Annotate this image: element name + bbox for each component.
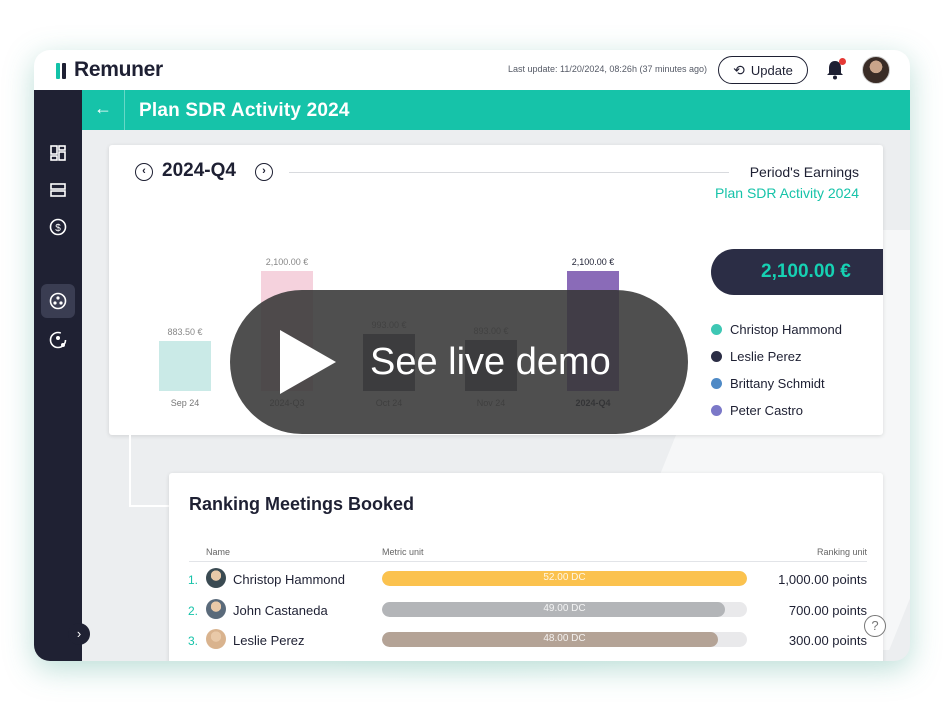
plan-name-link[interactable]: Plan SDR Activity 2024 (715, 185, 859, 201)
avatar (206, 568, 226, 588)
rank-number: 2. (188, 603, 199, 618)
ranking-card: Ranking Meetings Booked Name Metric unit… (169, 473, 883, 661)
metric-value: 48.00 DC (543, 633, 586, 644)
header-divider (124, 90, 125, 130)
legend-label: Brittany Schmidt (730, 376, 825, 391)
legend-label: Christop Hammond (730, 322, 842, 337)
chart-bar[interactable] (159, 341, 211, 391)
avatar (206, 629, 226, 649)
participant-name: Christop Hammond (233, 572, 345, 587)
bar-value-label: 2,100.00 € (571, 257, 615, 267)
metric-value: 52.00 DC (543, 572, 586, 583)
see-live-demo-label: See live demo (370, 340, 611, 383)
legend-color-dot (711, 405, 722, 416)
dashboard-icon[interactable] (48, 143, 68, 163)
metric-value: 49.00 DC (543, 602, 586, 614)
metric-progress-bar: 52.00 DC (382, 571, 747, 586)
back-arrow-icon[interactable]: ← (94, 98, 112, 119)
participant-name: Leslie Perez (233, 633, 305, 648)
column-header-ranking: Ranking unit (816, 547, 867, 557)
legend-item[interactable]: Brittany Schmidt (711, 376, 825, 391)
table-row[interactable]: 1. Christop Hammond 52.00 DC 1,000.00 point… (169, 566, 883, 596)
plans-icon[interactable] (48, 180, 68, 200)
help-icon[interactable]: ? (864, 615, 886, 637)
sidebar-expand-chevron-icon[interactable]: › (68, 623, 90, 645)
table-row[interactable]: 3. Leslie Perez 48.00 DC 300.00 points (169, 627, 883, 657)
legend-label: Leslie Perez (730, 349, 802, 364)
legend-item[interactable]: Peter Castro (711, 403, 803, 418)
table-row[interactable]: 2. John Castaneda 49.00 DC 700.00 points (169, 597, 883, 627)
top-bar: Remuner Last update: 11/20/2024, 08:26h … (34, 50, 910, 90)
period-total-badge: 2,100.00 € (711, 249, 883, 295)
settings-team-icon[interactable] (48, 330, 68, 350)
stage: Remuner Last update: 11/20/2024, 08:26h … (0, 0, 951, 721)
table-header-divider (189, 561, 867, 562)
ranking-points: 300.00 points (788, 633, 867, 648)
avatar (206, 598, 226, 619)
legend-color-dot (711, 378, 722, 389)
svg-text:$: $ (55, 223, 61, 234)
legend-item[interactable]: Leslie Perez (711, 349, 802, 364)
update-button[interactable]: ⟲ Update (718, 56, 808, 84)
connector-line (129, 435, 131, 505)
legend-color-dot (711, 324, 722, 335)
plan-header: ← Plan SDR Activity 2024 (82, 90, 910, 130)
metric-progress-bar: 48.00 DC (382, 632, 747, 647)
update-button-label: Update (750, 62, 793, 78)
rank-number: 3. (188, 634, 199, 648)
see-live-demo-button[interactable]: See live demo (230, 290, 688, 434)
legend-color-dot (711, 351, 722, 362)
notification-badge (839, 58, 846, 65)
play-icon (280, 330, 336, 394)
period-earnings-label: Period's Earnings (749, 164, 859, 180)
app-logo[interactable]: Remuner (56, 58, 163, 82)
legend-label: Peter Castro (730, 403, 803, 418)
previous-period-icon[interactable]: ‹ (135, 163, 153, 181)
participant-name: John Castaneda (233, 602, 328, 618)
page-title: Plan SDR Activity 2024 (139, 100, 350, 121)
logo-mark-icon (56, 60, 70, 80)
next-period-icon[interactable]: › (255, 163, 273, 181)
app-name: Remuner (74, 58, 163, 81)
sidebar: $ › (34, 90, 90, 661)
refresh-icon: ⟲ (733, 61, 745, 78)
ranking-points: 1,000.00 points (778, 572, 867, 587)
ranking-points: 700.00 points (788, 602, 867, 618)
ranking-title: Ranking Meetings Booked (189, 494, 415, 514)
metric-progress-bar: 49.00 DC (382, 601, 747, 617)
legend-item[interactable]: Christop Hammond (711, 322, 842, 337)
connector-line (129, 505, 169, 507)
last-update-text: Last update: 11/20/2024, 08:26h (37 minu… (508, 64, 707, 74)
x-axis-label: Sep 24 (170, 398, 200, 408)
bar-value-label: 883.50 € (167, 327, 203, 337)
column-header-metric: Metric unit (382, 547, 424, 557)
column-header-name: Name (206, 547, 231, 557)
period-divider (289, 172, 729, 173)
period-label: 2024-Q4 (162, 160, 236, 181)
user-avatar[interactable] (862, 56, 890, 84)
rank-number: 1. (188, 573, 199, 587)
period-total-value: 2,100.00 € (761, 261, 851, 282)
dollar-icon[interactable]: $ (48, 217, 68, 237)
bar-value-label: 2,100.00 € (265, 257, 309, 267)
team-icon[interactable] (48, 291, 68, 311)
